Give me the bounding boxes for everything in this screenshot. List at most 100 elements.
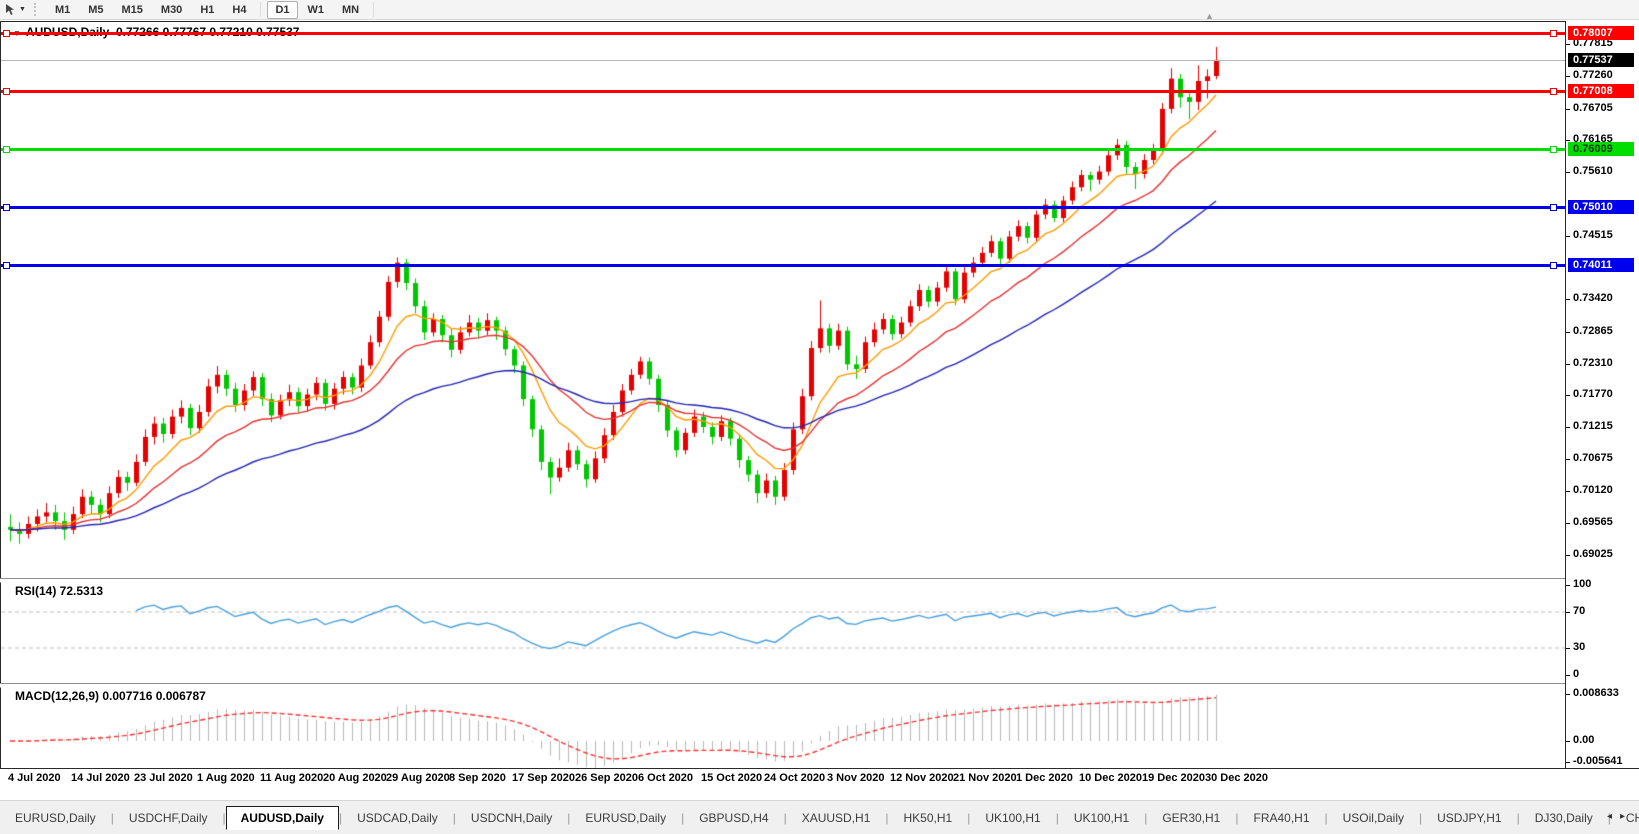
price-tick-label: 0.73420 [1573, 292, 1613, 305]
date-axis[interactable]: 4 Jul 2020 14 Jul 2020 23 Jul 2020 1 Aug 20… [1, 769, 1565, 791]
line-handle[interactable] [1550, 29, 1557, 37]
rsi-tick-label: 30 [1573, 641, 1586, 653]
symbol-tab-uk100-h1[interactable]: UK100,H1 [970, 806, 1055, 830]
axis-tick [1566, 458, 1570, 460]
symbol-tab-usdjpy-h1[interactable]: USDJPY,H1 [1422, 806, 1516, 830]
toolbar-separator [373, 2, 375, 17]
rsi-indicator-pane: RSI(14) 72.5313 [1, 582, 1566, 683]
horizontal-level-line-0.75010[interactable] [1, 205, 1566, 209]
timeframe-buttons: M1 M5 M15 M30 H1 H4 D1 W1 MN [46, 0, 368, 19]
line-handle[interactable] [1550, 87, 1557, 95]
axis-tick [1566, 675, 1570, 676]
line-handle[interactable] [3, 145, 10, 153]
cursor-tool-button[interactable]: ▼ [4, 3, 26, 16]
date-tick-label: 19 Dec 2020 [1142, 772, 1205, 784]
tab-scroll-left-icon[interactable]: ◂ [1607, 811, 1620, 822]
timeframe-button-h1[interactable]: H1 [192, 1, 222, 19]
symbol-tab-ger30-h1[interactable]: GER30,H1 [1147, 806, 1235, 830]
symbol-tab-eurusd-daily[interactable]: EURUSD,Daily [570, 806, 681, 830]
price-tick-label: 0.74515 [1573, 228, 1613, 241]
symbol-tab-usdcnh-daily[interactable]: USDCNH,Daily [456, 806, 567, 830]
price-tick-label: 0.72865 [1573, 324, 1613, 337]
line-handle[interactable] [3, 29, 10, 37]
axis-tick [1566, 694, 1570, 696]
line-handle[interactable] [3, 261, 10, 269]
axis-tick [1566, 762, 1570, 763]
macd-canvas[interactable] [1, 687, 1566, 768]
symbol-tab-gbpusd-h4[interactable]: GBPUSD,H4 [684, 806, 783, 830]
price-axis[interactable]: 0.77815 0.77260 0.76705 0.76165 0.75610 0.745… [1565, 22, 1639, 768]
macd-label: MACD(12,26,9) 0.007716 0.006787 [15, 689, 206, 703]
toolbar-separator [260, 2, 262, 17]
horizontal-level-line-0.74011[interactable] [1, 263, 1566, 267]
symbol-tab-usoil-daily[interactable]: USOil,Daily [1328, 806, 1419, 830]
axis-tick [1566, 331, 1570, 333]
axis-tick [1566, 395, 1570, 397]
date-tick-label: 6 Oct 2020 [638, 772, 694, 784]
horizontal-level-line-0.76009[interactable] [1, 147, 1566, 151]
macd-tick-label: 0.00 [1573, 734, 1595, 746]
date-tick-label: 3 Nov 2020 [827, 772, 885, 784]
symbol-tab-audusd-daily[interactable]: AUDUSD,Daily [225, 806, 339, 830]
level-price-label: 0.74011 [1568, 258, 1634, 272]
timeframe-button-h4[interactable]: H4 [224, 1, 254, 19]
line-handle[interactable] [1550, 203, 1557, 211]
price-tick-label: 0.70675 [1573, 451, 1613, 464]
current-price-line [1, 60, 1566, 62]
symbol-tab-usdchf-daily[interactable]: USDCHF,Daily [114, 806, 223, 830]
horizontal-level-line-0.77008[interactable] [1, 89, 1566, 93]
date-tick-label: 20 Aug 2020 [323, 772, 387, 784]
symbol-tab-fra40-h1[interactable]: FRA40,H1 [1238, 806, 1324, 830]
date-tick-label: 15 Oct 2020 [701, 772, 763, 784]
symbol-tabs-bar: EURUSD,Daily | USDCHF,Daily | AUDUSD,Daily | U… [0, 800, 1639, 834]
line-handle[interactable] [1550, 145, 1557, 153]
timeframe-button-d1[interactable]: D1 [267, 0, 298, 19]
symbol-tab-dj30-daily[interactable]: DJ30,Daily [1520, 806, 1608, 830]
symbol-tab-hk50-h1[interactable]: HK50,H1 [889, 806, 968, 830]
timeframe-button-m5[interactable]: M5 [80, 1, 111, 19]
timeframe-button-w1[interactable]: W1 [300, 1, 333, 19]
line-handle[interactable] [3, 203, 10, 211]
price-tick-label: 0.70120 [1573, 483, 1613, 496]
price-chart-canvas[interactable] [1, 22, 1566, 578]
timeframe-button-m1[interactable]: M1 [47, 1, 78, 19]
symbol-tab-eurusd-daily[interactable]: EURUSD,Daily [0, 806, 111, 830]
price-tick-label: 0.76705 [1573, 101, 1613, 114]
line-handle[interactable] [3, 87, 10, 95]
rsi-canvas[interactable] [1, 582, 1566, 683]
axis-tick [1566, 612, 1570, 613]
timeframe-button-m30[interactable]: M30 [153, 1, 190, 19]
symbol-tab-usdcad-daily[interactable]: USDCAD,Daily [342, 806, 453, 830]
price-chart-pane: ▼AUDUSD,Daily 0.77266 0.77767 0.77210 0.… [1, 22, 1566, 578]
tab-scroll-right-icon[interactable]: ▸ [1620, 811, 1633, 822]
macd-tick-label: 0.008633 [1573, 687, 1619, 700]
chevron-down-icon[interactable]: ▼ [19, 6, 26, 13]
axis-tick [1566, 44, 1570, 46]
price-tick-label: 0.77260 [1573, 69, 1613, 82]
symbol-tab-uk100-h1[interactable]: UK100,H1 [1059, 806, 1144, 830]
date-tick-label: 21 Nov 2020 [953, 772, 1017, 784]
line-handle[interactable] [1550, 261, 1557, 269]
level-price-label: 0.75010 [1568, 200, 1634, 214]
axis-tick [1566, 523, 1570, 525]
symbol-tab-xauusd-h1[interactable]: XAUUSD,H1 [787, 806, 886, 830]
date-tick-label: 4 Jul 2020 [8, 772, 61, 784]
toolbar-grip-handle[interactable] [33, 3, 40, 16]
date-tick-label: 17 Sep 2020 [512, 772, 575, 784]
date-tick-label: 24 Oct 2020 [764, 772, 826, 784]
timeframe-toolbar: ▼ M1 M5 M15 M30 H1 H4 D1 W1 MN [0, 0, 1639, 20]
timeframe-button-m15[interactable]: M15 [114, 1, 151, 19]
chart-shift-marker[interactable]: ▲ [1205, 11, 1214, 21]
timeframe-button-mn[interactable]: MN [334, 1, 367, 19]
rsi-label: RSI(14) 72.5313 [15, 584, 104, 598]
axis-tick [1566, 554, 1570, 556]
axis-tick [1566, 172, 1570, 174]
price-tick-label: 0.72310 [1573, 356, 1613, 369]
tab-scroll-arrows: ◂▸ [1607, 811, 1633, 822]
level-price-label: 0.78007 [1568, 26, 1634, 40]
mt4-chart-window: { "toolbar": { "pointer_tool_icon": "cur… [0, 0, 1639, 834]
axis-tick [1566, 299, 1570, 301]
axis-tick [1566, 363, 1570, 365]
horizontal-level-line-0.78007[interactable] [1, 31, 1566, 35]
price-tick-label: 0.71215 [1573, 420, 1613, 433]
